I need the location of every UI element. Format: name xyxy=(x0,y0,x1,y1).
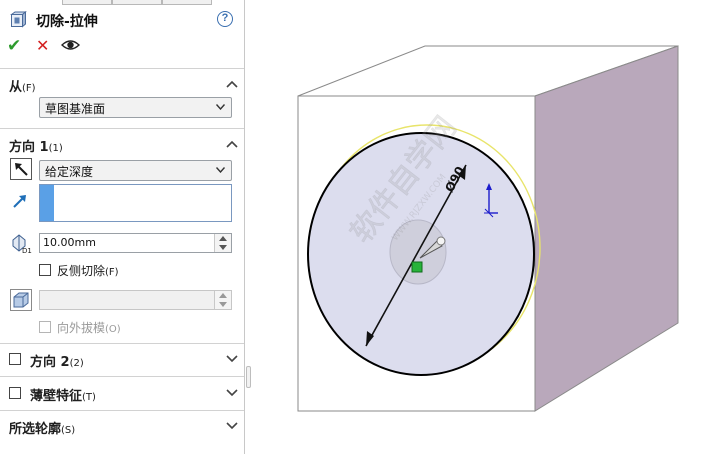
draft-angle-spinner xyxy=(214,291,231,309)
draft-outward-checkbox xyxy=(39,321,51,333)
draft-on-off-icon[interactable] xyxy=(10,289,32,311)
direction2-section-title[interactable]: 方向 2(2) xyxy=(30,351,84,370)
expand-chevron-down-icon[interactable] xyxy=(226,389,238,397)
ok-check-icon[interactable]: ✔ xyxy=(7,36,21,56)
draft-outward-label: 向外拔模(O) xyxy=(57,321,121,335)
draft-angle-input xyxy=(39,290,232,310)
manager-tab-3[interactable] xyxy=(162,0,212,5)
divider xyxy=(0,68,244,69)
help-icon[interactable]: ? xyxy=(217,11,233,27)
thin-feature-section-title[interactable]: 薄壁特征(T) xyxy=(30,385,96,404)
model-view[interactable]: Ø90 软件自学网 WWW.RJZXW.COM xyxy=(252,0,715,454)
expand-chevron-down-icon[interactable] xyxy=(226,355,238,363)
divider xyxy=(0,343,244,344)
flip-side-to-cut-checkbox[interactable] xyxy=(39,264,51,276)
divider xyxy=(0,376,244,377)
graphics-viewport[interactable]: Ø90 软件自学网 WWW.RJZXW.COM xyxy=(252,0,715,454)
direction2-checkbox[interactable] xyxy=(9,353,21,365)
svg-text:D1: D1 xyxy=(22,247,32,254)
direction-vector-selection-box[interactable] xyxy=(39,184,232,222)
divider xyxy=(0,128,244,129)
cancel-x-icon[interactable]: ✕ xyxy=(36,36,49,55)
end-condition-select[interactable]: 给定深度 xyxy=(39,160,232,181)
flip-side-to-cut-label: 反侧切除(F) xyxy=(57,264,119,278)
depth-spinner[interactable] xyxy=(214,234,231,252)
from-section-title[interactable]: 从(F) xyxy=(9,76,36,95)
property-manager-panel: 切除-拉伸 ? ✔ ✕ 从(F) 草图基准面 方向 1(1) 给定深度 D1 1… xyxy=(0,0,245,454)
collapse-chevron-up-icon[interactable] xyxy=(226,140,238,148)
selection-focus-bar xyxy=(40,185,54,221)
depth-input[interactable]: 10.00mm xyxy=(39,233,232,253)
chevron-down-icon xyxy=(216,104,225,110)
chevron-down-icon xyxy=(216,167,225,173)
manager-tab-1[interactable] xyxy=(62,0,112,5)
manager-tab-2[interactable] xyxy=(112,0,162,5)
manager-tabs xyxy=(0,0,244,5)
divider xyxy=(0,410,244,411)
extrude-direction-arrow-icon xyxy=(13,195,26,208)
drag-handle-ball[interactable] xyxy=(436,236,446,246)
property-manager-header: 切除-拉伸 ? xyxy=(0,8,244,32)
collapse-chevron-up-icon[interactable] xyxy=(226,80,238,88)
expand-chevron-down-icon[interactable] xyxy=(226,422,238,430)
thin-feature-checkbox[interactable] xyxy=(9,387,21,399)
cube-right-face[interactable] xyxy=(534,45,679,412)
sketch-origin-marker[interactable] xyxy=(411,261,423,273)
cut-extrude-icon xyxy=(10,11,27,28)
selected-contours-section-title[interactable]: 所选轮廓(S) xyxy=(9,418,75,437)
detailed-preview-eye-icon[interactable] xyxy=(61,38,80,52)
from-start-condition-select[interactable]: 草图基准面 xyxy=(39,97,232,118)
action-buttons: ✔ ✕ xyxy=(0,36,244,58)
feature-title: 切除-拉伸 xyxy=(36,14,98,30)
depth-dimension-icon: D1 xyxy=(12,234,32,254)
reverse-direction-icon[interactable] xyxy=(10,158,32,180)
panel-resize-grip[interactable] xyxy=(246,366,251,388)
direction1-section-title[interactable]: 方向 1(1) xyxy=(9,136,63,155)
